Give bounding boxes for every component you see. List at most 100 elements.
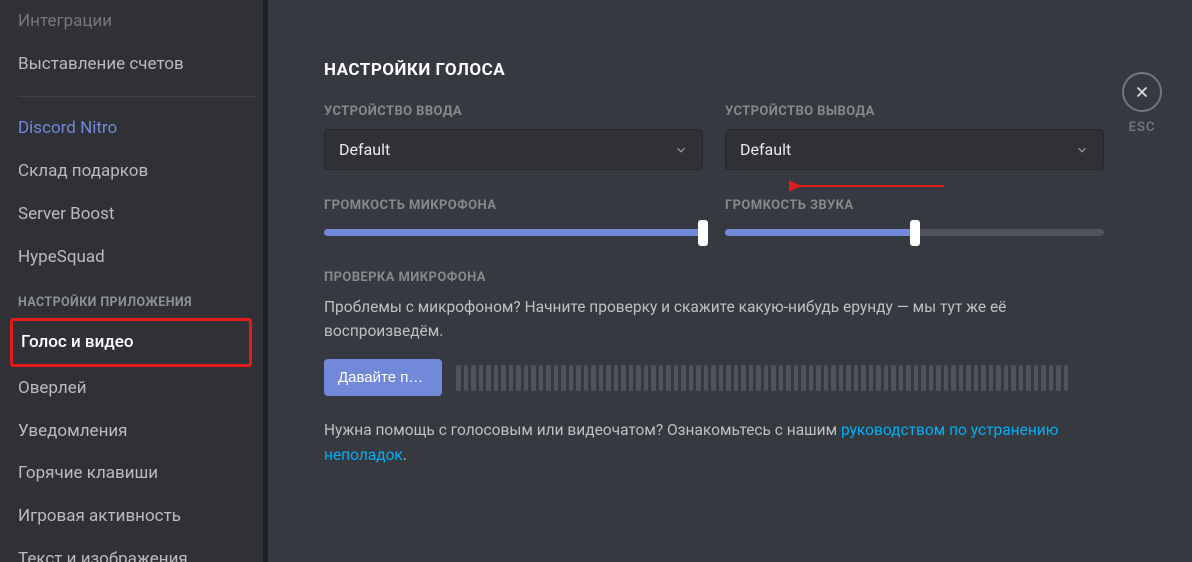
settings-sidebar: Интеграции Выставление счетов Discord Ni…	[0, 0, 268, 562]
vu-bar	[786, 365, 791, 391]
mic-test-label: Проверка микрофона	[324, 270, 1104, 285]
vu-bar	[771, 365, 776, 391]
close-panel: ESC	[1122, 72, 1162, 135]
vu-bar	[599, 365, 604, 391]
vu-bar	[944, 365, 949, 391]
vu-bar	[966, 365, 971, 391]
vu-bar	[764, 365, 769, 391]
vu-bar	[936, 365, 941, 391]
vu-bar	[546, 365, 551, 391]
vu-bar	[1026, 365, 1031, 391]
vu-bar	[479, 365, 484, 391]
mic-test-meter	[456, 365, 1104, 391]
vu-bar	[1011, 365, 1016, 391]
vu-bar	[1041, 365, 1046, 391]
vu-bar	[569, 365, 574, 391]
vu-bar	[674, 365, 679, 391]
vu-bar	[1034, 365, 1039, 391]
sidebar-item-nitro[interactable]: Discord Nitro	[18, 107, 256, 150]
output-volume-slider[interactable]	[725, 223, 1104, 236]
vu-bar	[576, 365, 581, 391]
output-volume-label: Громкость звука	[725, 198, 1104, 213]
close-label: ESC	[1122, 120, 1162, 135]
chevron-down-icon	[674, 143, 688, 157]
vu-bar	[951, 365, 956, 391]
vu-bar	[516, 365, 521, 391]
output-device-label: Устройство вывода	[725, 104, 1104, 119]
input-volume-slider[interactable]	[324, 223, 703, 236]
vu-bar	[696, 365, 701, 391]
output-device-select[interactable]: Default	[725, 129, 1104, 170]
page-title: Настройки голоса	[324, 60, 1170, 80]
sidebar-item-keybinds[interactable]: Горячие клавиши	[18, 452, 256, 495]
sidebar-item-integrations[interactable]: Интеграции	[18, 0, 256, 43]
input-volume-label: Громкость микрофона	[324, 198, 703, 213]
vu-bar	[921, 365, 926, 391]
vu-bar	[456, 365, 461, 391]
vu-bar	[689, 365, 694, 391]
vu-bar	[831, 365, 836, 391]
mic-test-description: Проблемы с микрофоном? Начните проверку …	[324, 295, 1104, 343]
vu-bar	[741, 365, 746, 391]
vu-bar	[1019, 365, 1024, 391]
vu-bar	[989, 365, 994, 391]
input-device-select[interactable]: Default	[324, 129, 703, 170]
vu-bar	[906, 365, 911, 391]
vu-bar	[884, 365, 889, 391]
vu-bar	[621, 365, 626, 391]
vu-bar	[914, 365, 919, 391]
input-device-label: Устройство ввода	[324, 104, 703, 119]
vu-bar	[666, 365, 671, 391]
sidebar-item-text-images[interactable]: Текст и изображения	[18, 538, 256, 562]
vu-bar	[711, 365, 716, 391]
vu-bar	[591, 365, 596, 391]
sidebar-item-server-boost[interactable]: Server Boost	[18, 193, 256, 236]
mic-test-button[interactable]: Давайте пр...	[324, 359, 442, 396]
vu-bar	[734, 365, 739, 391]
vu-bar	[606, 365, 611, 391]
vu-bar	[996, 365, 1001, 391]
divider	[18, 96, 256, 97]
vu-bar	[854, 365, 859, 391]
vu-bar	[726, 365, 731, 391]
vu-bar	[486, 365, 491, 391]
vu-bar	[846, 365, 851, 391]
vu-bar	[629, 365, 634, 391]
sidebar-item-notifications[interactable]: Уведомления	[18, 410, 256, 453]
vu-bar	[756, 365, 761, 391]
sidebar-item-overlay[interactable]: Оверлей	[18, 367, 256, 410]
settings-content: ESC Настройки голоса Устройство ввода De…	[268, 0, 1192, 562]
highlighted-nav-item: Голос и видео	[10, 318, 252, 367]
vu-bar	[704, 365, 709, 391]
input-device-value: Default	[339, 140, 390, 159]
output-device-value: Default	[740, 140, 791, 159]
vu-bar	[644, 365, 649, 391]
annotation-arrow	[789, 178, 949, 194]
vu-bar	[554, 365, 559, 391]
sidebar-item-voice-video[interactable]: Голос и видео	[19, 325, 243, 360]
vu-bar	[824, 365, 829, 391]
vu-bar	[1056, 365, 1061, 391]
sidebar-item-gift-inventory[interactable]: Склад подарков	[18, 150, 256, 193]
vu-bar	[809, 365, 814, 391]
vu-bar	[614, 365, 619, 391]
vu-bar	[974, 365, 979, 391]
vu-bar	[539, 365, 544, 391]
vu-bar	[801, 365, 806, 391]
vu-bar	[981, 365, 986, 391]
vu-bar	[749, 365, 754, 391]
vu-bar	[471, 365, 476, 391]
vu-bar	[779, 365, 784, 391]
vu-bar	[899, 365, 904, 391]
sidebar-item-game-activity[interactable]: Игровая активность	[18, 495, 256, 538]
close-button[interactable]	[1122, 72, 1162, 112]
sidebar-item-hypesquad[interactable]: HypeSquad	[18, 236, 256, 279]
vu-bar	[929, 365, 934, 391]
help-text: Нужна помощь с голосовым или видеочатом?…	[324, 418, 1104, 468]
vu-bar	[816, 365, 821, 391]
sidebar-item-billing[interactable]: Выставление счетов	[18, 43, 256, 86]
vu-bar	[891, 365, 896, 391]
sidebar-category-app: Настройки приложения	[18, 279, 256, 318]
help-prefix: Нужна помощь с голосовым или видеочатом?…	[324, 421, 841, 439]
vu-bar	[531, 365, 536, 391]
